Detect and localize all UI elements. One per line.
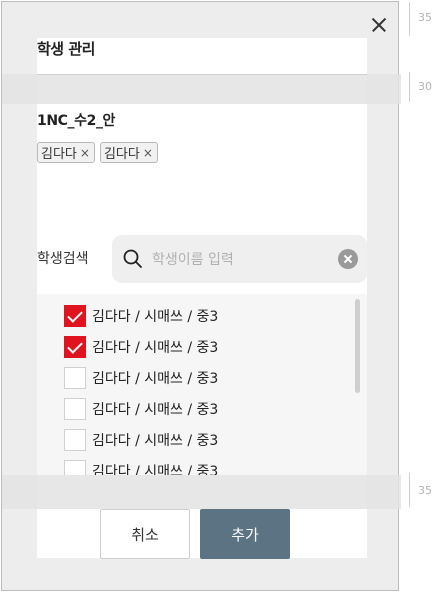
search-icon: [123, 249, 142, 268]
modal-title: 학생 관리: [37, 40, 95, 58]
spacing-guide-line: [409, 2, 410, 36]
list-item[interactable]: 김다다 / 시매쓰 / 중3: [64, 304, 218, 328]
close-icon[interactable]: [368, 14, 390, 36]
class-name: 1NC_수2_안: [37, 113, 116, 129]
spacing-guide-band: [2, 475, 401, 509]
spacing-guide-label: 30: [418, 80, 432, 93]
clear-search-icon[interactable]: [338, 249, 358, 269]
chip-label: 김다다: [103, 147, 140, 162]
list-item[interactable]: 김다다 / 시매쓰 / 중3: [64, 335, 218, 359]
cancel-button[interactable]: 취소: [100, 509, 190, 559]
title-divider: [37, 74, 367, 75]
student-checkbox[interactable]: [64, 367, 86, 389]
student-chip: 김다다 ×: [37, 142, 95, 163]
list-item[interactable]: 김다다 / 시매쓰 / 중3: [64, 459, 218, 475]
student-label: 김다다 / 시매쓰 / 중3: [92, 464, 219, 475]
student-checkbox[interactable]: [64, 398, 86, 420]
chip-remove-icon[interactable]: ×: [143, 146, 153, 160]
student-label: 김다다 / 시매쓰 / 중3: [92, 309, 219, 325]
spacing-guide-band: [2, 74, 401, 104]
student-management-modal: 학생 관리 1NC_수2_안 김다다 × 김다다 × 학생검색 김다다 / 시매…: [1, 1, 401, 591]
student-checkbox[interactable]: [64, 336, 86, 358]
student-list[interactable]: 김다다 / 시매쓰 / 중3 김다다 / 시매쓰 / 중3 김다다 / 시매쓰 …: [37, 294, 367, 475]
student-label: 김다다 / 시매쓰 / 중3: [92, 433, 219, 449]
student-label: 김다다 / 시매쓰 / 중3: [92, 402, 219, 418]
student-label: 김다다 / 시매쓰 / 중3: [92, 340, 219, 356]
chip-remove-icon[interactable]: ×: [80, 146, 90, 160]
spacing-guide-line: [409, 473, 410, 507]
chip-label: 김다다: [41, 147, 77, 162]
list-item[interactable]: 김다다 / 시매쓰 / 중3: [64, 428, 218, 452]
list-item[interactable]: 김다다 / 시매쓰 / 중3: [64, 397, 218, 421]
student-search-box: [112, 235, 367, 283]
spacing-guide-line: [409, 72, 410, 102]
selected-students-chips: 김다다 × 김다다 ×: [37, 142, 158, 163]
list-item[interactable]: 김다다 / 시매쓰 / 중3: [64, 366, 218, 390]
list-scrollbar[interactable]: [355, 299, 360, 393]
student-chip: 김다다 ×: [99, 142, 158, 163]
student-checkbox[interactable]: [64, 429, 86, 451]
spacing-guide-label: 35: [418, 484, 432, 497]
student-checkbox[interactable]: [64, 460, 86, 475]
student-checkbox[interactable]: [64, 305, 86, 327]
student-label: 김다다 / 시매쓰 / 중3: [92, 371, 219, 387]
add-button[interactable]: 추가: [200, 509, 290, 559]
search-label: 학생검색: [37, 251, 89, 267]
spacing-guide-label: 35: [418, 11, 432, 24]
student-search-input[interactable]: [150, 247, 334, 273]
